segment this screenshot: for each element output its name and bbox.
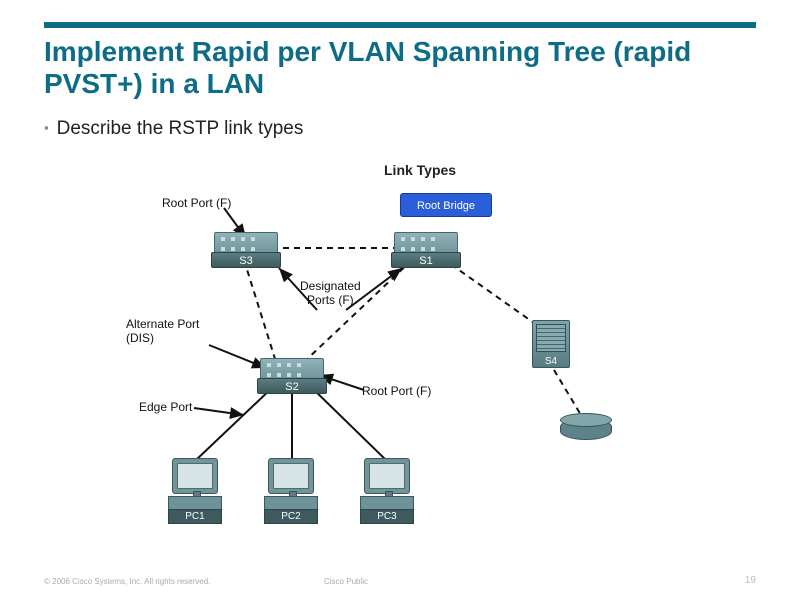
pc1-label: PC1: [168, 509, 222, 524]
label-edge-port: Edge Port: [139, 400, 192, 414]
page-number: 19: [745, 575, 756, 586]
diagram-area: Link Types Root Bridge S3 S1: [44, 160, 756, 540]
label-alternate-port: Alternate Port (DIS): [126, 318, 199, 346]
footer-copyright: © 2006 Cisco Systems, Inc. All rights re…: [44, 577, 210, 586]
switch-s1-label: S1: [391, 252, 461, 268]
label-designated-ports: Designated Ports (F): [300, 280, 361, 308]
label-root-port-bottom: Root Port (F): [362, 384, 431, 398]
switch-s1: S1: [394, 232, 458, 268]
bullet-item: Describe the RSTP link types: [44, 118, 303, 140]
label-root-port-top: Root Port (F): [162, 196, 231, 210]
switch-s3: S3: [214, 232, 278, 268]
disk-icon: [560, 418, 612, 440]
pc1: PC1: [168, 458, 222, 524]
slide-title: Implement Rapid per VLAN Spanning Tree (…: [44, 36, 756, 100]
pc3-label: PC3: [360, 509, 414, 524]
footer: © 2006 Cisco Systems, Inc. All rights re…: [44, 577, 756, 586]
header-rule: [44, 22, 756, 28]
switch-s2: S2: [260, 358, 324, 394]
pc2: PC2: [264, 458, 318, 524]
switch-s4-label: S4: [532, 356, 570, 367]
switch-s3-label: S3: [211, 252, 281, 268]
pc3: PC3: [360, 458, 414, 524]
pc2-label: PC2: [264, 509, 318, 524]
switch-s4: S4: [532, 320, 570, 368]
footer-public: Cisco Public: [324, 577, 368, 586]
switch-s2-label: S2: [257, 378, 327, 394]
